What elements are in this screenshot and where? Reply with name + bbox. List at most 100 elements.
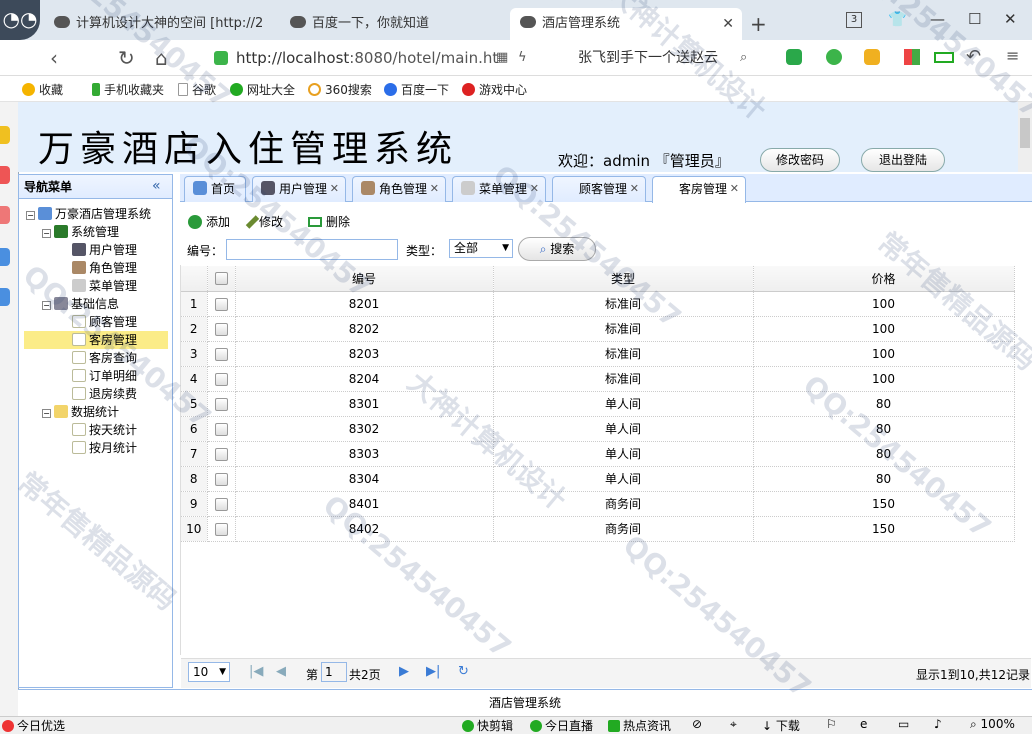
collapse-icon[interactable]: « <box>152 178 161 194</box>
browser-tab-3[interactable]: 酒店管理系统 ✕ <box>510 8 742 40</box>
status-pin-icon[interactable]: ⌖ <box>730 717 737 732</box>
skin-icon[interactable]: 👕 <box>888 10 907 28</box>
row-checkbox[interactable] <box>207 466 236 492</box>
browser-tab-2[interactable]: 百度一下，你就知道 <box>280 8 508 40</box>
row-checkbox[interactable] <box>207 391 236 417</box>
table-row[interactable]: 5 8301 单人间 80 <box>181 391 1015 417</box>
checkbox[interactable] <box>214 372 228 386</box>
type-select[interactable]: 全部 ▼ <box>449 239 513 258</box>
row-checkbox[interactable] <box>207 316 236 342</box>
page-size-select[interactable]: 10 ▼ <box>188 662 230 682</box>
menu-icon[interactable]: ≡ <box>1006 46 1019 65</box>
table-row[interactable]: 2 8202 标准间 100 <box>181 316 1015 342</box>
bookmark-mobile[interactable]: 手机收藏夹 <box>92 81 164 98</box>
status-volume-icon[interactable]: ♪ <box>934 717 942 731</box>
side-app-icon[interactable] <box>0 126 10 144</box>
side-app-icon[interactable] <box>0 248 10 266</box>
table-row[interactable]: 4 8204 标准间 100 <box>181 366 1015 392</box>
row-checkbox[interactable] <box>207 416 236 442</box>
close-tab-icon[interactable]: ✕ <box>630 177 639 201</box>
translate-icon[interactable] <box>826 49 842 65</box>
table-row[interactable]: 9 8401 商务间 150 <box>181 491 1015 517</box>
window-close-icon[interactable]: ✕ <box>1004 10 1017 28</box>
new-tab-button[interactable]: + <box>750 12 767 36</box>
tree-group-stats[interactable]: − 数据统计 <box>42 403 119 421</box>
side-app-icon[interactable] <box>0 206 10 224</box>
tree-group-basic[interactable]: − 基础信息 <box>42 295 119 313</box>
add-button[interactable]: 添加 <box>188 213 230 230</box>
row-checkbox[interactable] <box>207 516 236 542</box>
refresh-icon[interactable]: ↻ <box>458 664 469 679</box>
tree-item-menus[interactable]: 菜单管理 <box>72 277 137 295</box>
row-checkbox[interactable] <box>207 366 236 392</box>
select-all-checkbox[interactable] <box>207 266 236 292</box>
checkbox[interactable] <box>214 422 228 436</box>
browser-tab-1[interactable]: 计算机设计大神的空间 [http://2 <box>44 8 276 40</box>
row-checkbox[interactable] <box>207 441 236 467</box>
tree-item-monthly[interactable]: 按月统计 <box>72 439 137 457</box>
tab-menus[interactable]: 菜单管理 ✕ <box>452 176 546 202</box>
maximize-icon[interactable]: ☐ <box>968 10 981 28</box>
tree-root[interactable]: − 万豪酒店管理系统 <box>26 205 151 223</box>
minimize-icon[interactable]: — <box>930 10 945 28</box>
shield-icon[interactable] <box>864 49 880 65</box>
code-input[interactable] <box>226 239 398 260</box>
search-icon[interactable]: ⌕ <box>740 50 747 65</box>
tree-item-users[interactable]: 用户管理 <box>72 241 137 259</box>
tree-item-customers[interactable]: 顾客管理 <box>72 313 137 331</box>
close-tab-icon[interactable]: ✕ <box>730 177 739 201</box>
status-quick-clip[interactable]: 快剪辑 <box>462 717 513 734</box>
prev-page-icon[interactable]: ◀ <box>276 664 286 679</box>
tab-home[interactable]: 首页 <box>184 176 246 202</box>
search-button[interactable]: ⌕ 搜索 <box>518 237 596 261</box>
tab-count-badge[interactable]: 3 <box>846 12 862 28</box>
table-row[interactable]: 10 8402 商务间 150 <box>181 516 1015 542</box>
status-zoom[interactable]: ⌕ 100% <box>970 717 1015 732</box>
tree-item-checkout[interactable]: 退房续费 <box>72 385 137 403</box>
column-header-price[interactable]: 价格 <box>753 266 1015 292</box>
bookmark-games[interactable]: 游戏中心 <box>462 81 527 98</box>
status-window-icon[interactable]: ▭ <box>898 717 909 731</box>
status-extra-icon[interactable]: ⊘ <box>692 717 702 731</box>
back-icon[interactable]: ‹ <box>50 46 58 70</box>
home-icon[interactable]: ⌂ <box>155 46 168 70</box>
bookmark-baidu[interactable]: 百度一下 <box>384 81 449 98</box>
tree-item-roles[interactable]: 角色管理 <box>72 259 137 277</box>
first-page-icon[interactable]: |◀ <box>249 664 263 679</box>
checkbox[interactable] <box>214 297 228 311</box>
column-header-code[interactable]: 编号 <box>235 266 494 292</box>
close-tab-icon[interactable]: ✕ <box>530 177 539 201</box>
status-download[interactable]: ↓ 下载 <box>762 717 800 734</box>
delete-button[interactable]: 删除 <box>308 213 350 230</box>
column-header-type[interactable]: 类型 <box>493 266 754 292</box>
close-tab-icon[interactable]: ✕ <box>430 177 439 201</box>
table-row[interactable]: 8 8304 单人间 80 <box>181 466 1015 492</box>
tab-roles[interactable]: 角色管理 ✕ <box>352 176 446 202</box>
bookmark-google[interactable]: 谷歌 <box>178 81 216 98</box>
qr-icon[interactable]: ▦ <box>496 50 508 65</box>
edit-button[interactable]: 修改 <box>245 213 283 230</box>
checkbox[interactable] <box>214 397 228 411</box>
lightning-icon[interactable]: ϟ <box>518 50 527 65</box>
bookmark-favorites[interactable]: 收藏 <box>22 81 63 98</box>
tree-group-system[interactable]: − 系统管理 <box>42 223 119 241</box>
header-scrollbar[interactable] <box>1018 102 1032 172</box>
checkbox[interactable] <box>214 447 228 461</box>
close-tab-icon[interactable]: ✕ <box>330 177 339 201</box>
tab-users[interactable]: 用户管理 ✕ <box>252 176 346 202</box>
tree-item-daily[interactable]: 按天统计 <box>72 421 137 439</box>
side-app-icon[interactable] <box>0 166 10 184</box>
tree-item-orders[interactable]: 订单明细 <box>72 367 137 385</box>
checkbox[interactable] <box>214 347 228 361</box>
table-row[interactable]: 1 8201 标准间 100 <box>181 291 1015 317</box>
checkbox[interactable] <box>214 322 228 336</box>
page-number-input[interactable]: 1 <box>321 662 347 682</box>
row-checkbox[interactable] <box>207 491 236 517</box>
table-row[interactable]: 3 8203 标准间 100 <box>181 341 1015 367</box>
side-app-icon[interactable] <box>0 288 10 306</box>
apps-icon[interactable] <box>904 49 920 65</box>
tab-rooms[interactable]: 客房管理 ✕ <box>652 176 746 203</box>
row-checkbox[interactable] <box>207 341 236 367</box>
status-live[interactable]: 今日直播 <box>530 717 593 734</box>
table-row[interactable]: 6 8302 单人间 80 <box>181 416 1015 442</box>
